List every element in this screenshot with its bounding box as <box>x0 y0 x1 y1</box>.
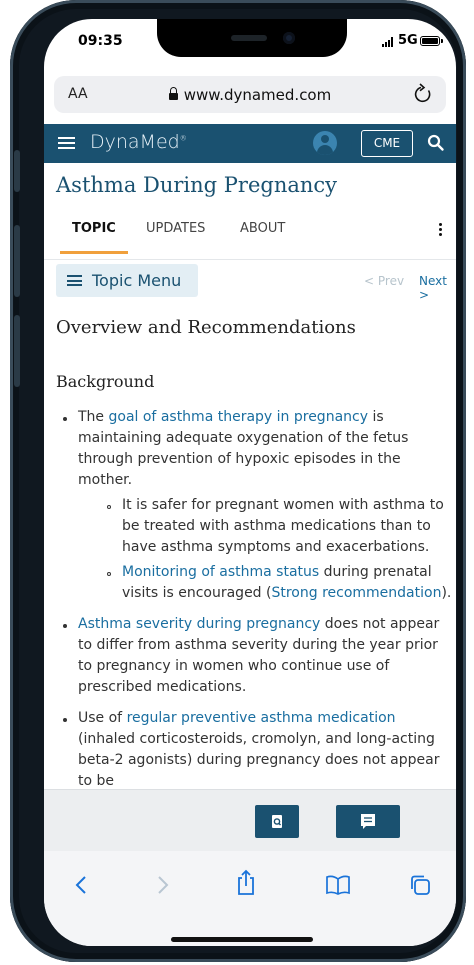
tab-topic[interactable]: TOPIC <box>72 221 116 236</box>
preventive-medication-link[interactable]: regular preventive asthma medication <box>127 710 396 726</box>
reload-icon[interactable] <box>412 82 434 110</box>
tabs-icon[interactable] <box>408 873 432 901</box>
app-header: DynaMed® CME <box>44 124 456 163</box>
article-body: The goal of asthma therapy in pregnancy … <box>56 407 454 799</box>
phone-frame: 09:35 5G AA www.dynamed.com DynaMed® CME <box>10 0 466 962</box>
notch <box>157 19 347 57</box>
list-item: It is safer for pregnant women with asth… <box>78 495 454 558</box>
list-item: The goal of asthma therapy in pregnancy … <box>56 407 454 604</box>
more-options-icon[interactable] <box>439 223 442 238</box>
next-link[interactable]: Next > <box>419 274 456 302</box>
screen: 09:35 5G AA www.dynamed.com DynaMed® CME <box>44 19 456 946</box>
list-item: Asthma severity during pregnancy does no… <box>56 614 454 698</box>
status-time: 09:35 <box>78 33 123 49</box>
url-text: www.dynamed.com <box>183 86 332 104</box>
feedback-button[interactable] <box>336 805 400 838</box>
share-icon[interactable] <box>234 869 258 901</box>
forward-icon[interactable] <box>152 873 172 901</box>
monitoring-link[interactable]: Monitoring of asthma status <box>122 564 319 580</box>
network-label: 5G <box>398 33 418 48</box>
lock-icon <box>168 87 178 100</box>
tab-bar: TOPIC UPDATES ABOUT <box>44 219 456 260</box>
goal-link[interactable]: goal of asthma therapy in pregnancy <box>109 409 369 425</box>
floating-action-bar <box>44 789 456 852</box>
page-title: Asthma During Pregnancy <box>56 173 338 197</box>
camera <box>283 32 295 44</box>
address-bar[interactable]: AA www.dynamed.com <box>54 76 446 113</box>
list-item: Monitoring of asthma status during prena… <box>78 562 454 604</box>
chat-icon <box>361 814 375 829</box>
menu-icon <box>67 275 82 286</box>
find-button[interactable] <box>255 805 299 838</box>
brand-logo[interactable]: DynaMed® <box>90 131 187 153</box>
search-icon[interactable] <box>427 134 445 152</box>
user-icon[interactable] <box>313 131 337 155</box>
topic-menu-button[interactable]: Topic Menu <box>56 264 198 297</box>
menu-icon[interactable] <box>58 137 75 149</box>
mute-switch <box>14 150 20 192</box>
list-item: Use of regular preventive asthma medicat… <box>56 708 454 792</box>
volume-down-button <box>14 315 20 387</box>
tab-updates[interactable]: UPDATES <box>146 221 205 236</box>
severity-link[interactable]: Asthma severity during pregnancy <box>78 616 320 632</box>
volume-up-button <box>14 225 20 297</box>
subsection-title: Background <box>56 372 155 391</box>
strong-recommendation-link[interactable]: Strong recommendation <box>271 585 441 601</box>
prev-link[interactable]: < Prev <box>364 274 404 288</box>
speaker <box>231 35 267 41</box>
back-icon[interactable] <box>72 873 92 901</box>
url-field[interactable]: www.dynamed.com <box>54 86 446 104</box>
bookmarks-icon[interactable] <box>324 873 352 901</box>
active-tab-indicator <box>60 251 128 254</box>
signal-icon <box>382 37 394 47</box>
browser-toolbar <box>44 851 456 946</box>
section-title: Overview and Recommendations <box>56 317 356 338</box>
topic-menu-label: Topic Menu <box>92 271 182 290</box>
find-icon <box>272 815 282 828</box>
cme-button[interactable]: CME <box>361 130 413 157</box>
battery-icon <box>420 36 443 46</box>
tab-about[interactable]: ABOUT <box>240 221 285 236</box>
home-indicator <box>171 937 313 942</box>
